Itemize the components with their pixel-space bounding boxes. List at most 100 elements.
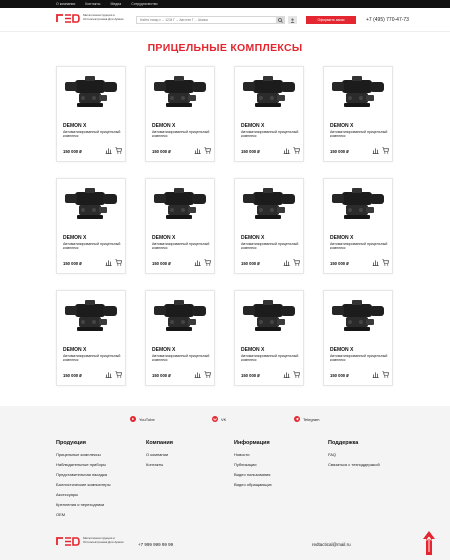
topnav-cooperation[interactable]: Сотрудничество bbox=[131, 2, 157, 6]
compare-icon[interactable] bbox=[194, 371, 201, 378]
order-button[interactable]: Оформить заказ bbox=[306, 16, 356, 24]
product-name[interactable]: DEMON X bbox=[330, 123, 353, 129]
product-image[interactable] bbox=[150, 295, 212, 339]
youtube-icon bbox=[130, 416, 136, 422]
social-youtube[interactable]: YouTube bbox=[130, 416, 155, 422]
product-image[interactable] bbox=[239, 71, 301, 115]
product-card[interactable]: DEMON X Автоматизированный прицельный ком… bbox=[145, 290, 215, 386]
compare-icon[interactable] bbox=[283, 259, 290, 266]
product-image[interactable] bbox=[239, 295, 301, 339]
product-name[interactable]: DEMON X bbox=[241, 347, 264, 353]
compare-icon[interactable] bbox=[194, 259, 201, 266]
compare-icon[interactable] bbox=[372, 147, 379, 154]
compare-icon[interactable] bbox=[105, 371, 112, 378]
product-image[interactable] bbox=[328, 295, 390, 339]
footer-col-title: Продукция bbox=[56, 440, 86, 446]
product-name[interactable]: DEMON X bbox=[152, 347, 175, 353]
topnav-contacts[interactable]: Контакты bbox=[85, 2, 100, 6]
footer-link[interactable]: Прицельные комплексы bbox=[56, 450, 111, 460]
cart-icon[interactable] bbox=[204, 371, 211, 378]
compare-icon[interactable] bbox=[372, 259, 379, 266]
logo-mark-icon bbox=[56, 14, 80, 23]
footer-logo[interactable]: Металлоконструкция и Оптоэлектроника Для… bbox=[56, 536, 125, 546]
cart-icon[interactable] bbox=[293, 259, 300, 266]
product-image[interactable] bbox=[328, 183, 390, 227]
footer-link[interactable]: Крепления и переходники bbox=[56, 500, 111, 510]
footer-link[interactable]: Новости bbox=[234, 450, 272, 460]
social-vk[interactable]: VK bbox=[212, 416, 226, 422]
footer-link[interactable]: Наблюдательные приборы bbox=[56, 460, 111, 470]
product-image[interactable] bbox=[61, 183, 123, 227]
product-card[interactable]: DEMON X Автоматизированный прицельный ком… bbox=[323, 66, 393, 162]
cart-icon[interactable] bbox=[115, 147, 122, 154]
product-price: 150 000 ₽ bbox=[63, 373, 82, 378]
footer-link[interactable]: Видео пользования bbox=[234, 470, 272, 480]
footer-col-title: Компания bbox=[146, 440, 174, 446]
product-name[interactable]: DEMON X bbox=[63, 123, 86, 129]
footer-link[interactable]: Баллистические компьютеры bbox=[56, 480, 111, 490]
footer-link[interactable]: OEM bbox=[56, 510, 111, 520]
footer-link[interactable]: FAQ bbox=[328, 450, 380, 460]
search-input[interactable] bbox=[136, 16, 284, 24]
footer-link[interactable]: Публикации bbox=[234, 460, 272, 470]
compare-icon[interactable] bbox=[194, 147, 201, 154]
cart-icon[interactable] bbox=[204, 259, 211, 266]
topnav-media[interactable]: Медиа bbox=[110, 2, 121, 6]
compare-icon[interactable] bbox=[105, 259, 112, 266]
site-logo[interactable]: Металлоконструкция и Оптоэлектроника Для… bbox=[56, 13, 125, 23]
product-card[interactable]: DEMON X Автоматизированный прицельный ком… bbox=[234, 290, 304, 386]
product-name[interactable]: DEMON X bbox=[63, 347, 86, 353]
cart-icon[interactable] bbox=[204, 147, 211, 154]
footer-link[interactable]: О компании bbox=[146, 450, 173, 460]
product-image[interactable] bbox=[61, 71, 123, 115]
product-name[interactable]: DEMON X bbox=[241, 235, 264, 241]
product-card[interactable]: DEMON X Автоматизированный прицельный ком… bbox=[56, 178, 126, 274]
cart-icon[interactable] bbox=[382, 147, 389, 154]
cart-icon[interactable] bbox=[293, 147, 300, 154]
product-name[interactable]: DEMON X bbox=[152, 235, 175, 241]
product-name[interactable]: DEMON X bbox=[63, 235, 86, 241]
product-name[interactable]: DEMON X bbox=[152, 123, 175, 129]
product-name[interactable]: DEMON X bbox=[330, 235, 353, 241]
footer-phone[interactable]: +7 999 999 99 99 bbox=[138, 542, 173, 547]
scroll-up-icon[interactable] bbox=[422, 530, 436, 556]
compare-icon[interactable] bbox=[105, 147, 112, 154]
compare-icon[interactable] bbox=[372, 371, 379, 378]
product-image[interactable] bbox=[61, 295, 123, 339]
footer-link[interactable]: Представительная насадка bbox=[56, 470, 111, 480]
footer-email[interactable]: redtactical@mail.ru bbox=[312, 542, 351, 547]
header-phone[interactable]: +7 (495) 770-47-73 bbox=[366, 17, 409, 23]
product-image[interactable] bbox=[150, 71, 212, 115]
compare-icon[interactable] bbox=[283, 147, 290, 154]
product-name[interactable]: DEMON X bbox=[330, 347, 353, 353]
cart-icon[interactable] bbox=[382, 259, 389, 266]
product-card[interactable]: DEMON X Автоматизированный прицельный ком… bbox=[56, 66, 126, 162]
account-button[interactable] bbox=[288, 16, 297, 24]
compare-icon[interactable] bbox=[283, 371, 290, 378]
product-card[interactable]: DEMON X Автоматизированный прицельный ком… bbox=[323, 290, 393, 386]
product-image[interactable] bbox=[328, 71, 390, 115]
footer-link[interactable]: Видео обращающих bbox=[234, 480, 272, 490]
product-image[interactable] bbox=[150, 183, 212, 227]
cart-icon[interactable] bbox=[115, 371, 122, 378]
product-card[interactable]: DEMON X Автоматизированный прицельный ком… bbox=[323, 178, 393, 274]
product-description: Автоматизированный прицельный комплекс bbox=[63, 130, 121, 139]
footer-link[interactable]: Контакты bbox=[146, 460, 173, 470]
product-price: 150 000 ₽ bbox=[152, 149, 171, 154]
product-card[interactable]: DEMON X Автоматизированный прицельный ком… bbox=[234, 178, 304, 274]
cart-icon[interactable] bbox=[293, 371, 300, 378]
product-card[interactable]: DEMON X Автоматизированный прицельный ком… bbox=[234, 66, 304, 162]
product-card[interactable]: DEMON X Автоматизированный прицельный ком… bbox=[56, 290, 126, 386]
product-image[interactable] bbox=[239, 183, 301, 227]
topnav-about[interactable]: О компании bbox=[56, 2, 75, 6]
cart-icon[interactable] bbox=[115, 259, 122, 266]
search-button[interactable] bbox=[276, 16, 285, 24]
footer-link[interactable]: Аксессуары bbox=[56, 490, 111, 500]
product-card[interactable]: DEMON X Автоматизированный прицельный ком… bbox=[145, 66, 215, 162]
cart-icon[interactable] bbox=[382, 371, 389, 378]
vk-icon bbox=[212, 416, 218, 422]
social-telegram[interactable]: Telegram bbox=[294, 416, 319, 422]
product-name[interactable]: DEMON X bbox=[241, 123, 264, 129]
footer-link[interactable]: Связаться с техподдержкой bbox=[328, 460, 380, 470]
product-card[interactable]: DEMON X Автоматизированный прицельный ком… bbox=[145, 178, 215, 274]
